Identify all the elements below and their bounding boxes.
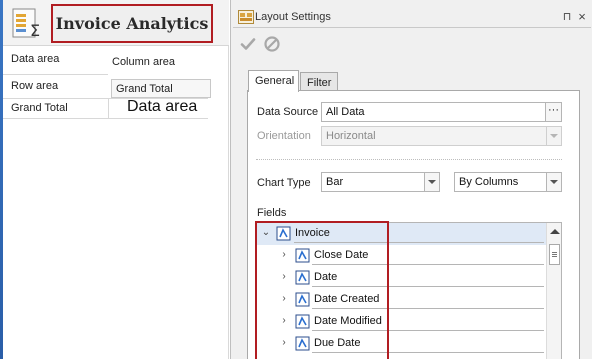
- field-group-icon: [295, 270, 310, 285]
- column-grand-total-header[interactable]: Grand Total: [111, 79, 211, 98]
- grip-line: [552, 256, 557, 257]
- row-divider: [294, 225, 544, 243]
- fields-scrollbar[interactable]: [546, 223, 561, 359]
- tree-item-date[interactable]: › Date: [257, 267, 546, 289]
- pivot-header: Σ Invoice Analytics: [3, 0, 229, 46]
- field-group-icon: [276, 226, 291, 241]
- row-divider: [312, 335, 544, 353]
- data-source-value: All Data: [326, 106, 365, 118]
- chevron-down-icon[interactable]: [424, 172, 440, 192]
- layout-settings-icon: [238, 10, 254, 24]
- chevron-down-icon[interactable]: ⌄: [261, 228, 271, 238]
- tree-item-close-date[interactable]: › Close Date: [257, 245, 546, 267]
- chevron-right-icon[interactable]: ›: [279, 338, 289, 348]
- section-divider: [256, 159, 562, 160]
- tree-item-date-created[interactable]: › Date Created: [257, 289, 546, 311]
- pin-icon[interactable]: ⊓: [560, 10, 574, 24]
- grip-line: [552, 252, 557, 253]
- panel-title: Layout Settings: [255, 11, 331, 23]
- tab-general[interactable]: General: [248, 70, 299, 92]
- check-icon[interactable]: [239, 35, 257, 53]
- column-grand-total-label: Grand Total: [116, 83, 173, 95]
- chart-type-select[interactable]: Bar: [321, 172, 440, 192]
- scrollbar-thumb[interactable]: [549, 244, 560, 265]
- field-group-icon: [295, 292, 310, 307]
- data-area-cell[interactable]: Data area: [127, 98, 197, 116]
- row-divider: [312, 247, 544, 265]
- pivot-title-box: Invoice Analytics: [51, 4, 213, 43]
- panel-titlebar: Layout Settings ⊓ ×: [231, 0, 592, 33]
- tree-item-invoice[interactable]: ⌄ Invoice: [257, 223, 546, 245]
- row-grand-total-label[interactable]: Grand Total: [11, 102, 68, 114]
- row-divider: [312, 269, 544, 287]
- chevron-right-icon[interactable]: ›: [279, 294, 289, 304]
- close-icon[interactable]: ×: [575, 10, 589, 24]
- field-group-icon: [295, 336, 310, 351]
- fields-tree: ⌄ Invoice › Close Date › Date › Date Cre: [256, 222, 562, 359]
- orientation-select[interactable]: Horizontal: [321, 126, 562, 146]
- chevron-right-icon[interactable]: ›: [279, 272, 289, 282]
- data-area-label[interactable]: Data area: [11, 53, 59, 65]
- row-divider: [312, 291, 544, 309]
- orientation-value: Horizontal: [326, 130, 376, 142]
- field-group-icon: [295, 314, 310, 329]
- series-by-value: By Columns: [459, 176, 519, 188]
- series-by-select[interactable]: By Columns: [454, 172, 562, 192]
- chart-type-label: Chart Type: [257, 177, 311, 189]
- scroll-up-icon[interactable]: [550, 229, 560, 234]
- data-source-field[interactable]: All Data ···: [321, 102, 562, 122]
- field-group-icon: [295, 248, 310, 263]
- row-area-label[interactable]: Row area: [11, 80, 58, 92]
- chevron-down-icon[interactable]: [546, 126, 562, 146]
- grid-divider: [3, 74, 108, 75]
- grid-divider: [3, 118, 208, 119]
- panel-toolbar: [235, 33, 589, 55]
- pivot-title: Invoice Analytics: [55, 14, 209, 33]
- grid-divider: [108, 98, 109, 118]
- cancel-icon[interactable]: [263, 35, 281, 53]
- tree-item-due-date[interactable]: › Due Date: [257, 333, 546, 355]
- fields-label: Fields: [257, 207, 287, 219]
- orientation-label: Orientation: [257, 130, 311, 142]
- data-source-label: Data Source: [257, 106, 319, 118]
- svg-text:Σ: Σ: [30, 21, 40, 40]
- chevron-right-icon[interactable]: ›: [279, 316, 289, 326]
- tree-item-date-modified[interactable]: › Date Modified: [257, 311, 546, 333]
- column-area-label[interactable]: Column area: [112, 56, 175, 68]
- chevron-right-icon[interactable]: ›: [279, 250, 289, 260]
- grip-line: [552, 254, 557, 255]
- tab-filter[interactable]: Filter: [300, 72, 338, 91]
- row-divider: [312, 313, 544, 331]
- chart-type-value: Bar: [326, 176, 344, 188]
- chevron-down-icon[interactable]: [546, 172, 562, 192]
- panel-titlebar-inner: Layout Settings ⊓ ×: [233, 6, 591, 28]
- data-source-browse-button[interactable]: ···: [545, 102, 562, 122]
- pivot-grid: Σ Invoice Analytics Data area Column are…: [3, 0, 229, 359]
- pivot-sum-icon: Σ: [12, 8, 40, 40]
